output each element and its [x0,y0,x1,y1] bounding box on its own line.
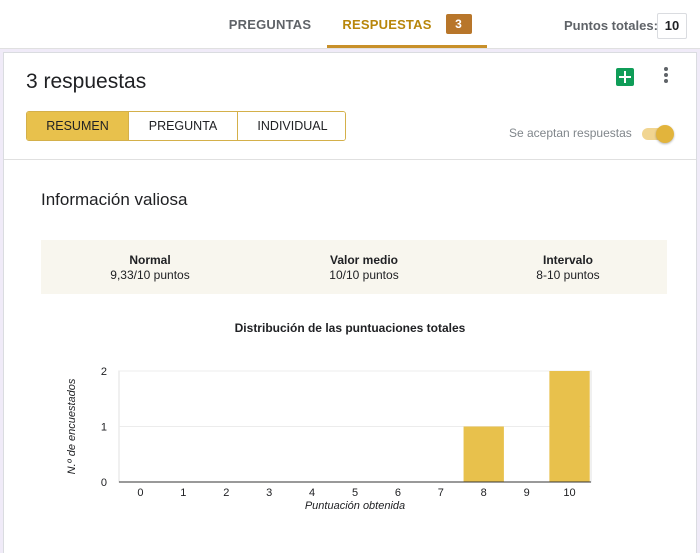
x-tick-label: 7 [438,487,444,499]
total-points-label: Puntos totales: [564,18,658,33]
y-tick-label: 2 [101,366,107,378]
total-points-value[interactable]: 10 [657,13,687,39]
tab-preguntas[interactable]: PREGUNTAS [218,0,322,48]
active-tab-indicator [327,45,487,48]
x-tick-label: 3 [266,487,272,499]
x-tick-label: 10 [563,487,575,499]
score-distribution-chart: 0 1 2 0 1 2 3 4 5 6 7 8 9 10 Puntuación obtenida N.º de… [66,366,592,512]
x-tick-label: 8 [481,487,487,499]
x-tick-label: 2 [223,487,229,499]
tab-respuestas-label: RESPUESTAS [342,16,432,32]
x-tick-label: 0 [137,487,143,499]
y-axis-label: N.º de encuestados [66,378,78,474]
tab-preguntas-label: PREGUNTAS [228,16,312,32]
bar [463,426,504,482]
x-tick-label: 5 [352,487,358,499]
top-tab-bar: PREGUNTAS RESPUESTAS 3 Puntos totales: 1… [0,0,700,49]
responses-card: 3 respuestas RESUMEN PREGUNTA INDIVIDUAL… [3,52,697,553]
x-tick-label: 4 [309,487,315,499]
tab-respuestas[interactable]: RESPUESTAS 3 [327,0,487,48]
x-tick-label: 6 [395,487,401,499]
responses-count-badge: 3 [445,14,472,34]
y-tick-label: 0 [101,477,107,489]
y-tick-label: 1 [101,422,107,434]
x-axis-label: Puntuación obtenida [305,500,405,512]
x-tick-label: 1 [180,487,186,499]
bar [549,371,590,482]
x-tick-label: 9 [524,487,530,499]
